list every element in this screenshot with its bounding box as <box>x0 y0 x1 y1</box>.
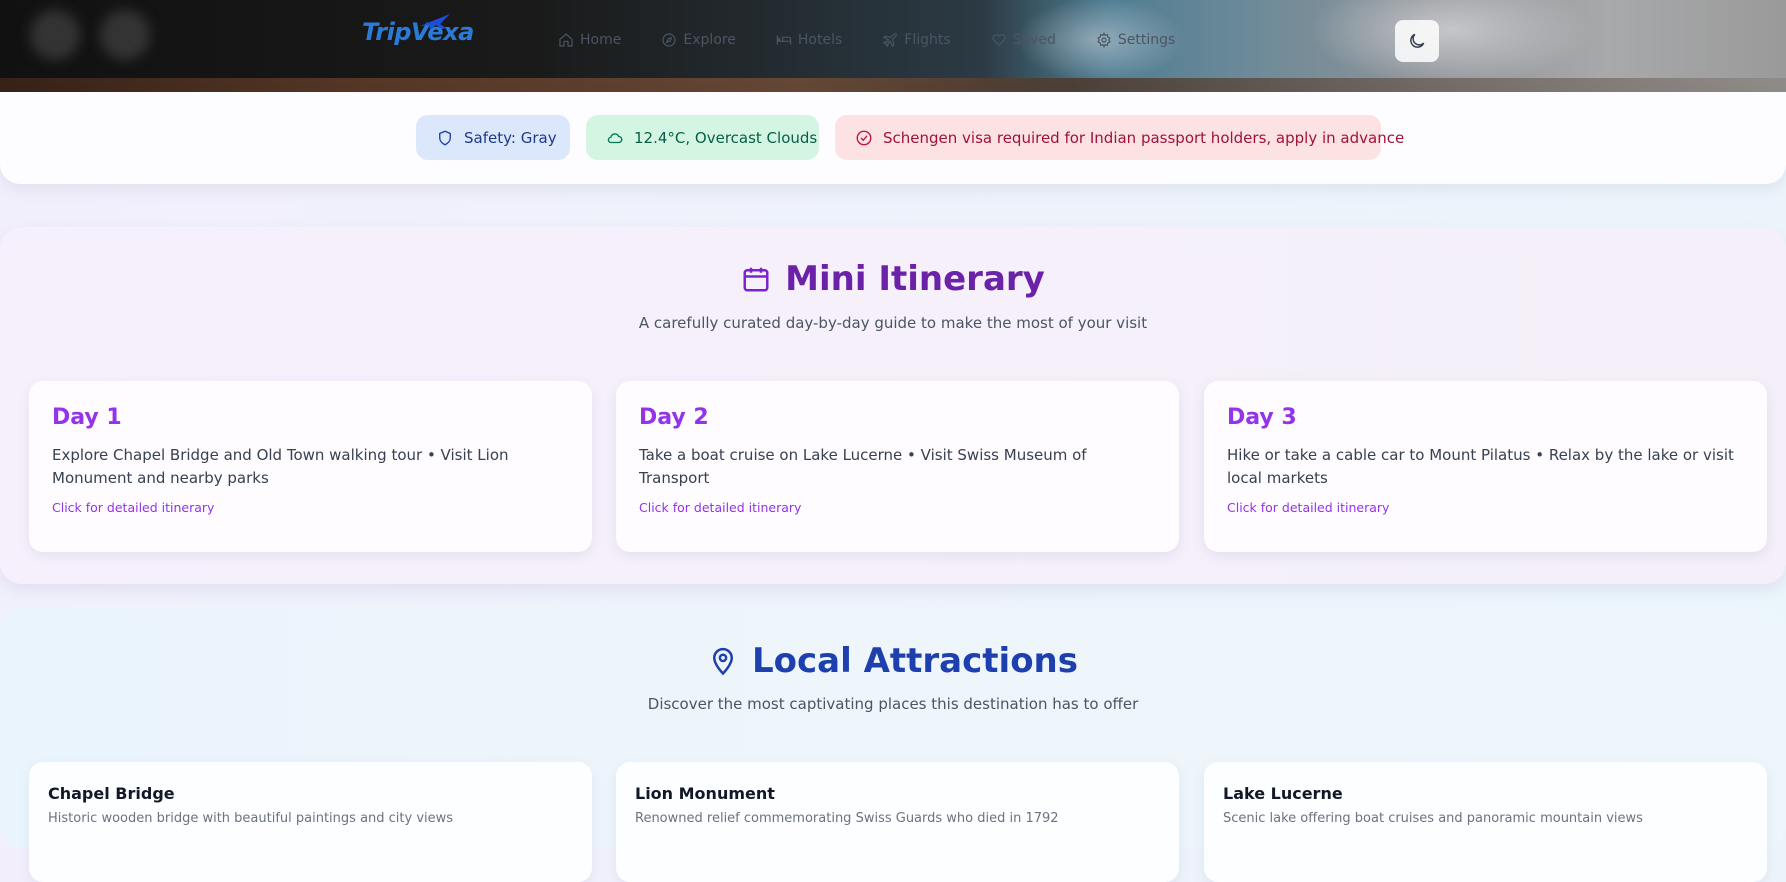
safety-badge-label: Safety: Gray <box>464 128 557 147</box>
attraction-name: Lake Lucerne <box>1223 784 1343 803</box>
attraction-name: Chapel Bridge <box>48 784 175 803</box>
day-card-2[interactable]: Day 2 Take a boat cruise on Lake Lucerne… <box>616 381 1179 552</box>
visa-badge-label: Schengen visa required for Indian passpo… <box>883 128 1405 147</box>
airplane-logo-icon <box>420 14 450 30</box>
day-description: Take a boat cruise on Lake Lucerne • Vis… <box>639 446 1087 487</box>
day-card-3[interactable]: Day 3 Hike or take a cable car to Mount … <box>1204 381 1767 552</box>
plane-icon <box>883 33 898 47</box>
visa-badge: Schengen visa required for Indian passpo… <box>835 115 1404 160</box>
hero-blur-decoration <box>100 10 150 60</box>
itinerary-heading: Mini Itinerary <box>0 259 1786 299</box>
day-card-1[interactable]: Day 1 Explore Chapel Bridge and Old Town… <box>29 381 592 552</box>
check-circle-icon <box>856 130 872 145</box>
nav-item-label: Explore <box>683 32 736 48</box>
gear-icon <box>1097 32 1111 48</box>
itinerary-subtitle: A carefully curated day-by-day guide to … <box>638 314 1148 332</box>
day-title: Day 3 <box>1227 405 1297 430</box>
home-icon <box>559 33 573 47</box>
nav-item-explore[interactable]: Explore <box>661 32 736 48</box>
attractions-subtitle: Discover the most captivating places thi… <box>647 695 1139 713</box>
nav-item-flights[interactable]: Flights <box>882 32 951 48</box>
info-badge-bar: Safety: Gray 12.4°C, Overcast Clouds Sch… <box>0 92 1786 184</box>
attraction-card[interactable]: Lion Monument Renowned relief commemorat… <box>616 762 1179 882</box>
attractions-heading: Local Attractions <box>0 641 1786 681</box>
itinerary-section: Mini Itinerary A carefully curated day-b… <box>0 227 1786 584</box>
map-pin-icon <box>712 647 733 676</box>
bed-icon <box>776 35 792 45</box>
nav-item-label: Hotels <box>797 32 843 48</box>
hero-blur-decoration <box>30 10 80 60</box>
site-logo[interactable]: TripVexa <box>362 14 474 46</box>
hero-background-image <box>0 78 1786 92</box>
nav-item-settings[interactable]: Settings <box>1096 32 1175 48</box>
cloud-icon <box>607 132 623 143</box>
detailed-itinerary-link[interactable]: Click for detailed itinerary <box>52 500 569 515</box>
attraction-description: Scenic lake offering boat cruises and pa… <box>1223 811 1643 826</box>
nav-item-label: Settings <box>1117 32 1176 48</box>
nav-item-label: Home <box>580 32 622 48</box>
hero-header: TripVexa Home Explore Hotels Flights Sav… <box>0 0 1786 92</box>
attractions-title: Local Attractions <box>751 641 1078 681</box>
main-nav: Home Explore Hotels Flights Saved Settin… <box>558 28 1215 52</box>
attraction-card[interactable]: Lake Lucerne Scenic lake offering boat c… <box>1204 762 1767 882</box>
nav-item-label: Saved <box>1012 32 1056 48</box>
itinerary-title: Mini Itinerary <box>785 259 1045 299</box>
nav-item-label: Flights <box>904 32 951 48</box>
detailed-itinerary-link[interactable]: Click for detailed itinerary <box>639 500 1156 515</box>
day-title: Day 2 <box>639 405 709 430</box>
day-title: Day 1 <box>52 405 122 430</box>
compass-icon <box>662 33 676 47</box>
heart-icon <box>992 34 1006 47</box>
attraction-description: Renowned relief commemorating Swiss Guar… <box>635 811 1059 826</box>
safety-badge: Safety: Gray <box>416 115 570 160</box>
calendar-icon <box>743 267 769 292</box>
day-description: Explore Chapel Bridge and Old Town walki… <box>52 446 509 487</box>
weather-badge: 12.4°C, Overcast Clouds <box>586 115 819 160</box>
nav-item-home[interactable]: Home <box>558 32 621 48</box>
attraction-card[interactable]: Chapel Bridge Historic wooden bridge wit… <box>29 762 592 882</box>
nav-item-saved[interactable]: Saved <box>991 32 1056 48</box>
nav-item-hotels[interactable]: Hotels <box>776 32 842 48</box>
theme-toggle-button[interactable] <box>1395 20 1439 62</box>
detailed-itinerary-link[interactable]: Click for detailed itinerary <box>1227 500 1744 515</box>
attraction-name: Lion Monument <box>635 784 775 803</box>
shield-icon <box>439 130 451 146</box>
attraction-description: Historic wooden bridge with beautiful pa… <box>48 811 454 826</box>
attractions-section: Local Attractions Discover the most capt… <box>0 608 1786 882</box>
moon-icon <box>1410 33 1425 48</box>
weather-badge-label: 12.4°C, Overcast Clouds <box>634 128 818 147</box>
day-description: Hike or take a cable car to Mount Pilatu… <box>1227 446 1734 487</box>
